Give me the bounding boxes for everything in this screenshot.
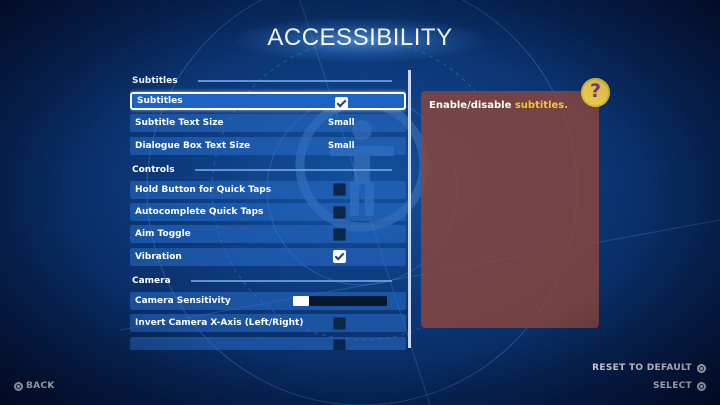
- section-header-controls: Controls: [130, 159, 406, 181]
- help-button[interactable]: ?: [581, 78, 610, 107]
- hold-button-quick-taps-checkbox[interactable]: [333, 183, 346, 197]
- camera-sensitivity-slider[interactable]: [293, 296, 387, 307]
- reset-to-default-button[interactable]: RESET TO DEFAULT: [592, 363, 706, 373]
- settings-list[interactable]: Subtitles Subtitles Subtitle Text Size S…: [130, 70, 406, 350]
- section-label: Subtitles: [132, 76, 178, 86]
- section-divider: [190, 280, 392, 283]
- setting-label: Dialogue Box Text Size: [135, 140, 251, 151]
- setting-row-subtitles[interactable]: Subtitles: [130, 92, 406, 110]
- section-divider: [197, 80, 392, 82]
- section-label: Controls: [132, 164, 175, 175]
- description-panel: Enable/disable subtitles.: [421, 91, 599, 328]
- subtitles-checkbox[interactable]: [335, 96, 348, 110]
- section-header-camera: Camera: [130, 270, 406, 292]
- setting-label: Subtitles: [137, 96, 183, 106]
- setting-row-invert-camera-x[interactable]: Invert Camera X-Axis (Left/Right): [130, 314, 406, 333]
- setting-row-partial[interactable]: [130, 336, 406, 350]
- section-label: Camera: [132, 276, 171, 287]
- description-text: Enable/disable subtitles.: [429, 100, 568, 111]
- select-label: SELECT: [652, 381, 692, 391]
- description-prefix: Enable/disable: [429, 100, 515, 111]
- setting-row-aim-toggle[interactable]: Aim Toggle: [130, 225, 406, 244]
- list-scrollbar[interactable]: [408, 70, 411, 348]
- aim-toggle-checkbox[interactable]: [333, 227, 346, 241]
- subtitle-text-size-value: Small: [328, 118, 355, 129]
- partial-row-checkbox[interactable]: [333, 339, 346, 350]
- back-label: BACK: [26, 381, 55, 391]
- page-title: ACCESSIBILITY: [267, 24, 453, 51]
- setting-label: Aim Toggle: [135, 229, 191, 240]
- setting-row-camera-sensitivity[interactable]: Camera Sensitivity: [130, 292, 406, 311]
- setting-label: Subtitle Text Size: [135, 118, 224, 129]
- setting-row-vibration[interactable]: Vibration: [130, 247, 406, 266]
- setting-label: Hold Button for Quick Taps: [135, 184, 272, 195]
- setting-label: Invert Camera X-Axis (Left/Right): [135, 318, 304, 329]
- vibration-checkbox[interactable]: [333, 250, 346, 264]
- autocomplete-quick-taps-checkbox[interactable]: [333, 205, 346, 219]
- dialogue-box-text-size-value: Small: [328, 140, 355, 151]
- reset-label: RESET TO DEFAULT: [592, 363, 692, 373]
- circle-button-icon: [697, 381, 706, 391]
- back-button[interactable]: BACK: [14, 381, 55, 391]
- setting-row-hold-button-quick-taps[interactable]: Hold Button for Quick Taps: [130, 180, 406, 199]
- question-mark-icon: ?: [589, 80, 602, 102]
- circle-button-icon: [697, 363, 706, 373]
- section-divider: [194, 168, 392, 171]
- slider-fill: [293, 296, 309, 307]
- setting-label: Vibration: [135, 251, 182, 262]
- setting-row-autocomplete-quick-taps[interactable]: Autocomplete Quick Taps: [130, 203, 406, 222]
- description-highlight: subtitles.: [514, 100, 569, 111]
- setting-label: Autocomplete Quick Taps: [135, 207, 264, 218]
- section-header-subtitles: Subtitles: [130, 70, 406, 92]
- invert-camera-x-checkbox[interactable]: [333, 316, 346, 330]
- scrollbar-thumb[interactable]: [408, 70, 411, 348]
- circle-button-icon: [14, 381, 23, 391]
- setting-row-dialogue-box-text-size[interactable]: Dialogue Box Text Size Small: [130, 136, 406, 155]
- setting-label: Camera Sensitivity: [135, 296, 231, 307]
- select-button[interactable]: SELECT: [653, 381, 706, 391]
- setting-row-subtitle-text-size[interactable]: Subtitle Text Size Small: [130, 114, 406, 133]
